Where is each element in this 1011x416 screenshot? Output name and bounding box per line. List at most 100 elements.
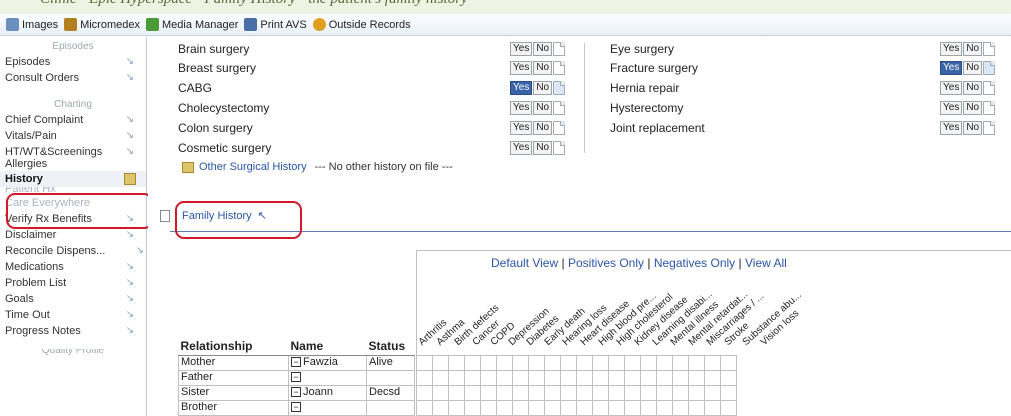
sidebar-item-progress-notes[interactable]: Progress Notes ↘ [0, 323, 146, 339]
condition-cell[interactable] [432, 385, 449, 401]
view-default-link[interactable]: Default View [491, 256, 558, 270]
collapse-icon[interactable]: − [291, 357, 301, 367]
sidebar-item-problem-list[interactable]: Problem List ↘ [0, 275, 146, 291]
collapse-icon[interactable]: − [291, 402, 301, 412]
collapse-icon[interactable]: − [291, 387, 301, 397]
condition-cell[interactable] [720, 370, 737, 386]
condition-cell[interactable] [704, 370, 721, 386]
comment-icon[interactable] [553, 42, 566, 56]
no-button[interactable]: No [963, 42, 983, 56]
comment-icon[interactable] [983, 42, 996, 56]
comment-icon[interactable] [553, 101, 566, 115]
collapse-icon[interactable]: − [291, 372, 301, 382]
condition-cell[interactable] [432, 400, 449, 416]
condition-cell[interactable] [496, 400, 513, 416]
condition-cell[interactable] [720, 385, 737, 401]
condition-cell[interactable] [656, 385, 673, 401]
condition-cell[interactable] [672, 385, 689, 401]
yes-button[interactable]: Yes [940, 61, 963, 75]
no-button[interactable]: No [533, 121, 553, 135]
name-cell[interactable]: − [288, 399, 367, 416]
condition-cell[interactable] [640, 355, 657, 371]
condition-cell[interactable] [576, 370, 593, 386]
condition-cell[interactable] [656, 370, 673, 386]
name-cell[interactable]: − Fawzia [288, 354, 367, 371]
sidebar-item-history[interactable]: History [0, 171, 146, 187]
yes-button[interactable]: Yes [940, 81, 963, 95]
table-row[interactable]: Father − [178, 369, 415, 386]
no-button[interactable]: No [963, 61, 983, 75]
name-cell[interactable]: − Joann [288, 384, 367, 401]
condition-cell[interactable] [688, 370, 705, 386]
condition-cell[interactable] [640, 400, 657, 416]
condition-cell[interactable] [560, 400, 577, 416]
condition-cell[interactable] [528, 385, 545, 401]
condition-cell[interactable] [544, 370, 561, 386]
condition-cell[interactable] [624, 355, 641, 371]
condition-cell[interactable] [496, 370, 513, 386]
condition-cell[interactable] [480, 400, 497, 416]
yes-button[interactable]: Yes [940, 42, 963, 56]
table-row[interactable]: Sister − Joann Decsd [178, 384, 415, 401]
toolbar-outside-records-button[interactable]: Outside Records [312, 18, 411, 31]
sidebar-item-medications[interactable]: Medications ↘ [0, 259, 146, 275]
condition-cell[interactable] [608, 385, 625, 401]
condition-cell[interactable] [544, 355, 561, 371]
yes-button[interactable]: Yes [940, 101, 963, 115]
condition-cell[interactable] [432, 370, 449, 386]
no-button[interactable]: No [963, 81, 983, 95]
condition-cell[interactable] [688, 400, 705, 416]
condition-cell[interactable] [448, 370, 465, 386]
condition-cell[interactable] [560, 355, 577, 371]
yes-button[interactable]: Yes [940, 121, 963, 135]
view-positives-link[interactable]: Positives Only [568, 256, 644, 270]
condition-cell[interactable] [464, 370, 481, 386]
condition-cell[interactable] [448, 355, 465, 371]
view-negatives-link[interactable]: Negatives Only [654, 256, 735, 270]
condition-cell[interactable] [528, 370, 545, 386]
condition-cell[interactable] [688, 355, 705, 371]
comment-icon[interactable] [553, 121, 566, 135]
sidebar-item-reconcile-dispense[interactable]: Reconcile Dispens... ↘ [0, 243, 146, 259]
toolbar-media-manager-button[interactable]: Media Manager [145, 18, 238, 31]
condition-cell[interactable] [512, 400, 529, 416]
no-button[interactable]: No [533, 101, 553, 115]
condition-cell[interactable] [576, 355, 593, 371]
sidebar-item-allergies[interactable]: Allergies [0, 159, 146, 171]
toolbar-micromedex-button[interactable]: Micromedex [64, 18, 140, 31]
yes-button[interactable]: Yes [510, 101, 533, 115]
condition-cell[interactable] [480, 355, 497, 371]
yes-button[interactable]: Yes [510, 61, 533, 75]
comment-icon[interactable] [983, 61, 996, 75]
condition-cell[interactable] [608, 400, 625, 416]
comment-icon[interactable] [983, 101, 996, 115]
condition-cell[interactable] [672, 370, 689, 386]
no-button[interactable]: No [533, 81, 553, 95]
comment-icon[interactable] [983, 81, 996, 95]
condition-cell[interactable] [560, 385, 577, 401]
condition-cell[interactable] [704, 355, 721, 371]
condition-cell[interactable] [512, 355, 529, 371]
condition-cell[interactable] [560, 370, 577, 386]
toolbar-images-button[interactable]: Images [6, 18, 58, 31]
condition-cell[interactable] [480, 385, 497, 401]
other-surgical-history-link[interactable]: Other Surgical History [199, 161, 307, 173]
view-all-link[interactable]: View All [745, 256, 787, 270]
condition-cell[interactable] [656, 355, 673, 371]
condition-cell[interactable] [576, 400, 593, 416]
no-button[interactable]: No [533, 42, 553, 56]
condition-cell[interactable] [416, 400, 433, 416]
condition-cell[interactable] [416, 385, 433, 401]
condition-cell[interactable] [416, 355, 433, 371]
condition-cell[interactable] [512, 370, 529, 386]
condition-cell[interactable] [720, 355, 737, 371]
condition-cell[interactable] [528, 355, 545, 371]
condition-cell[interactable] [624, 400, 641, 416]
comment-icon[interactable] [553, 61, 566, 75]
yes-button[interactable]: Yes [510, 42, 533, 56]
condition-cell[interactable] [512, 385, 529, 401]
sidebar-item-chief-complaint[interactable]: Chief Complaint ↘ [0, 112, 146, 128]
condition-cell[interactable] [688, 385, 705, 401]
condition-cell[interactable] [496, 355, 513, 371]
sidebar-item-consult-orders[interactable]: Consult Orders ↘ [0, 70, 146, 86]
